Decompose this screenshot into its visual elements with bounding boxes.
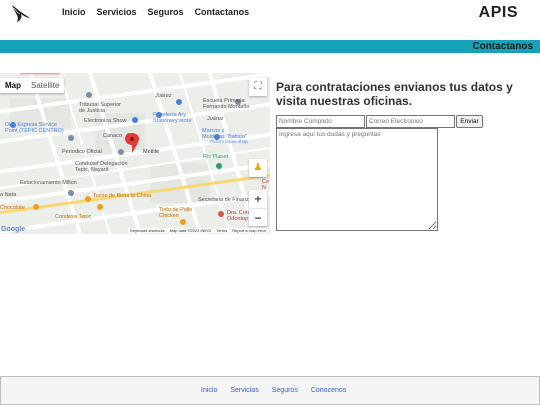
submit-button[interactable]: Enviar (456, 115, 483, 128)
map-data-credit: Map data ©2023 INEGI (169, 228, 212, 233)
tab-satellite[interactable]: Satellite (26, 78, 64, 93)
google-logo: Google (1, 226, 26, 233)
zoom-in-button[interactable]: + (249, 190, 267, 208)
map-label-tribunal: Tribunal Superior de Justicia (79, 102, 121, 114)
map-label-tacos: Tacos de Birria la China (93, 193, 152, 199)
zoom-control: + − (249, 190, 267, 226)
footer-link-inicio[interactable]: Inicio (201, 387, 217, 394)
footer-link-servicios[interactable]: Servicios (230, 387, 258, 394)
map-label-periodico: Periodico Oficial (62, 149, 102, 155)
message-textarea[interactable] (276, 128, 438, 231)
map-label-condesa: Condesa Tepic (55, 214, 92, 220)
page: Inicio Servicios Seguros Contactanos API… (0, 0, 540, 405)
map-label-escuela: Escuela Primaria Fernando Montaño (203, 98, 250, 110)
map-label-dhl: DHL Express Service Point (TEPIC CENTRO) (5, 122, 64, 134)
map-label-rivplanet: Riv Planet (203, 154, 229, 160)
map-label-dra: Dra. Con Odontop (227, 210, 250, 222)
nav-link-servicios[interactable]: Servicios (97, 7, 137, 17)
nav-links: Inicio Servicios Seguros Contactanos (62, 7, 249, 17)
map-label-picture: Picture frame shop (210, 139, 248, 144)
map-label-electronica: Electronica Show (84, 118, 127, 124)
footer-link-conocenos[interactable]: Conocenos (311, 387, 346, 394)
map-terms[interactable]: Terms (216, 228, 227, 233)
form-title: Para contrataciones envianos tus datos y… (276, 80, 513, 108)
map-report-error[interactable]: Report a map error (232, 228, 266, 233)
map-label-nata: a Nata (0, 192, 17, 198)
embedded-map[interactable]: Tribunal Superior de Justicia Escuela Pri… (0, 73, 270, 234)
map-label-juarez-1: Juárez (155, 93, 172, 99)
nav-link-seguros[interactable]: Seguros (148, 7, 184, 17)
map-label-secretaria: Secretaria de Finanzas (198, 197, 255, 203)
footer-link-seguros[interactable]: Seguros (272, 387, 298, 394)
tab-map[interactable]: Map (0, 78, 26, 93)
email-input[interactable] (366, 115, 455, 128)
map-label-todopollo: Todo de Pollo Chicken (159, 207, 193, 219)
page-footer: Inicio Servicios Seguros Conocenos (0, 376, 540, 405)
full-name-input[interactable] (276, 115, 365, 128)
map-attribution: Keyboard shortcuts Map data ©2023 INEGI … (128, 228, 268, 233)
nav-link-contactanos[interactable]: Contactanos (195, 7, 250, 17)
map-label-estacionamiento: Estacionamiento Milton (20, 180, 77, 186)
map-label-metlife: Metlife (143, 149, 160, 155)
nav-link-inicio[interactable]: Inicio (62, 7, 86, 17)
brand-title: APIS (478, 4, 518, 21)
eagle-logo-icon[interactable] (9, 3, 31, 25)
map-type-tabs: Map Satellite (0, 78, 65, 93)
footer-links: Inicio Servicios Seguros Conocenos (201, 387, 346, 394)
map-label-juarez-2: Juárez (207, 116, 224, 122)
map-label-condusef: Condusef Delegación Tepic, Nayarit (75, 161, 128, 173)
section-banner: Contactanos (0, 40, 540, 53)
map-label-canaco: Canaco (103, 133, 122, 139)
banner-title: Contactanos (472, 41, 533, 52)
top-navbar: Inicio Servicios Seguros Contactanos API… (0, 0, 540, 40)
fullscreen-icon[interactable]: ⛶ (249, 78, 267, 96)
map-keyboard-shortcuts[interactable]: Keyboard shortcuts (130, 228, 164, 233)
zoom-out-button[interactable]: − (249, 208, 267, 226)
map-label-papeleria: Papelería Ary Stationery store (153, 112, 192, 124)
map-label-chocolate: Chocolate (0, 205, 25, 211)
pegman-icon[interactable]: ♟ (249, 159, 267, 177)
